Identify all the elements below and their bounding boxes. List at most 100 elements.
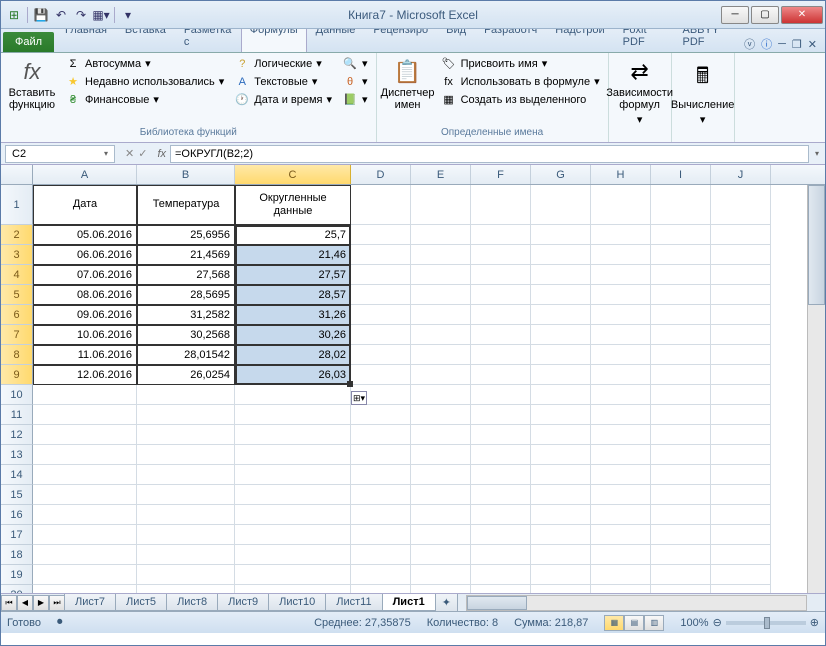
use-in-formula-button[interactable]: fxИспользовать в формуле ▾ <box>437 73 604 90</box>
column-header-G[interactable]: G <box>531 165 591 184</box>
column-header-A[interactable]: A <box>33 165 137 184</box>
cell-H1[interactable] <box>591 185 651 225</box>
cell-E3[interactable] <box>411 245 471 265</box>
cell-H8[interactable] <box>591 345 651 365</box>
zoom-slider-thumb[interactable] <box>764 617 770 629</box>
cell-G17[interactable] <box>531 525 591 545</box>
autosum-button[interactable]: ΣАвтосумма ▾ <box>61 55 228 72</box>
cell-B8[interactable]: 28,01542 <box>137 345 235 365</box>
vertical-scroll-thumb[interactable] <box>808 185 825 305</box>
sheet-nav-next[interactable]: ▶ <box>33 595 49 611</box>
cell-C7[interactable]: 30,26 <box>235 325 351 345</box>
cell-F15[interactable] <box>471 485 531 505</box>
cell-C3[interactable]: 21,46 <box>235 245 351 265</box>
mdi-close-icon[interactable]: ✕ <box>808 38 817 51</box>
sheet-tab-Лист11[interactable]: Лист11 <box>325 594 382 611</box>
row-header-15[interactable]: 15 <box>1 485 33 505</box>
cell-C13[interactable] <box>235 445 351 465</box>
cell-B20[interactable] <box>137 585 235 593</box>
create-from-selection-button[interactable]: ▦Создать из выделенного <box>437 91 604 108</box>
cell-E9[interactable] <box>411 365 471 385</box>
cell-D11[interactable] <box>351 405 411 425</box>
cell-C4[interactable]: 27,57 <box>235 265 351 285</box>
cell-G10[interactable] <box>531 385 591 405</box>
cell-E16[interactable] <box>411 505 471 525</box>
autofill-options-button[interactable]: ⊞▾ <box>351 391 367 405</box>
select-all-corner[interactable] <box>1 165 33 184</box>
cell-A14[interactable] <box>33 465 137 485</box>
cell-B5[interactable]: 28,5695 <box>137 285 235 305</box>
cell-H20[interactable] <box>591 585 651 593</box>
redo-icon[interactable]: ↷ <box>72 6 90 24</box>
cell-H12[interactable] <box>591 425 651 445</box>
cell-A16[interactable] <box>33 505 137 525</box>
cell-D6[interactable] <box>351 305 411 325</box>
cell-I12[interactable] <box>651 425 711 445</box>
zoom-in-button[interactable]: ⊕ <box>810 616 819 629</box>
cell-A17[interactable] <box>33 525 137 545</box>
recently-used-button[interactable]: ★Недавно использовались ▾ <box>61 73 228 90</box>
cell-E14[interactable] <box>411 465 471 485</box>
cell-D14[interactable] <box>351 465 411 485</box>
cell-H10[interactable] <box>591 385 651 405</box>
cell-G16[interactable] <box>531 505 591 525</box>
cell-F18[interactable] <box>471 545 531 565</box>
cell-F6[interactable] <box>471 305 531 325</box>
datetime-button[interactable]: 🕐Дата и время ▾ <box>230 91 336 108</box>
cell-D17[interactable] <box>351 525 411 545</box>
cell-B1[interactable]: Температура <box>137 185 235 225</box>
cell-E4[interactable] <box>411 265 471 285</box>
cell-B4[interactable]: 27,568 <box>137 265 235 285</box>
file-tab[interactable]: Файл <box>3 32 54 52</box>
cell-J8[interactable] <box>711 345 771 365</box>
cell-J5[interactable] <box>711 285 771 305</box>
cell-E11[interactable] <box>411 405 471 425</box>
cell-J7[interactable] <box>711 325 771 345</box>
define-name-button[interactable]: 🏷Присвоить имя ▾ <box>437 55 604 72</box>
cell-J10[interactable] <box>711 385 771 405</box>
cell-I9[interactable] <box>651 365 711 385</box>
cell-D5[interactable] <box>351 285 411 305</box>
new-sheet-button[interactable]: ✦ <box>435 594 458 612</box>
fx-label-icon[interactable]: fx <box>153 148 170 160</box>
cell-A8[interactable]: 11.06.2016 <box>33 345 137 365</box>
cell-G9[interactable] <box>531 365 591 385</box>
help-icon[interactable]: ⓘ <box>761 36 772 52</box>
cell-F12[interactable] <box>471 425 531 445</box>
formula-expand-icon[interactable]: ▾ <box>809 149 825 158</box>
cell-J12[interactable] <box>711 425 771 445</box>
cell-I2[interactable] <box>651 225 711 245</box>
cell-J11[interactable] <box>711 405 771 425</box>
row-header-5[interactable]: 5 <box>1 285 33 305</box>
cell-E12[interactable] <box>411 425 471 445</box>
cell-G18[interactable] <box>531 545 591 565</box>
column-header-H[interactable]: H <box>591 165 651 184</box>
cell-F10[interactable] <box>471 385 531 405</box>
cell-G14[interactable] <box>531 465 591 485</box>
row-header-9[interactable]: 9 <box>1 365 33 385</box>
cell-J2[interactable] <box>711 225 771 245</box>
cell-B19[interactable] <box>137 565 235 585</box>
sheet-tab-Лист8[interactable]: Лист8 <box>166 594 218 611</box>
cell-A1[interactable]: Дата <box>33 185 137 225</box>
logical-button[interactable]: ?Логические ▾ <box>230 55 336 72</box>
cell-H16[interactable] <box>591 505 651 525</box>
row-header-11[interactable]: 11 <box>1 405 33 425</box>
cell-F2[interactable] <box>471 225 531 245</box>
cell-H19[interactable] <box>591 565 651 585</box>
cell-D15[interactable] <box>351 485 411 505</box>
cell-B7[interactable]: 30,2568 <box>137 325 235 345</box>
row-header-1[interactable]: 1 <box>1 185 33 225</box>
row-header-3[interactable]: 3 <box>1 245 33 265</box>
cell-G7[interactable] <box>531 325 591 345</box>
cell-C17[interactable] <box>235 525 351 545</box>
cell-A10[interactable] <box>33 385 137 405</box>
cell-A6[interactable]: 09.06.2016 <box>33 305 137 325</box>
cell-B3[interactable]: 21,4569 <box>137 245 235 265</box>
cell-J6[interactable] <box>711 305 771 325</box>
row-header-17[interactable]: 17 <box>1 525 33 545</box>
cell-G4[interactable] <box>531 265 591 285</box>
cell-B11[interactable] <box>137 405 235 425</box>
cell-B2[interactable]: 25,6956 <box>137 225 235 245</box>
cell-C9[interactable]: 26,03 <box>235 365 351 385</box>
